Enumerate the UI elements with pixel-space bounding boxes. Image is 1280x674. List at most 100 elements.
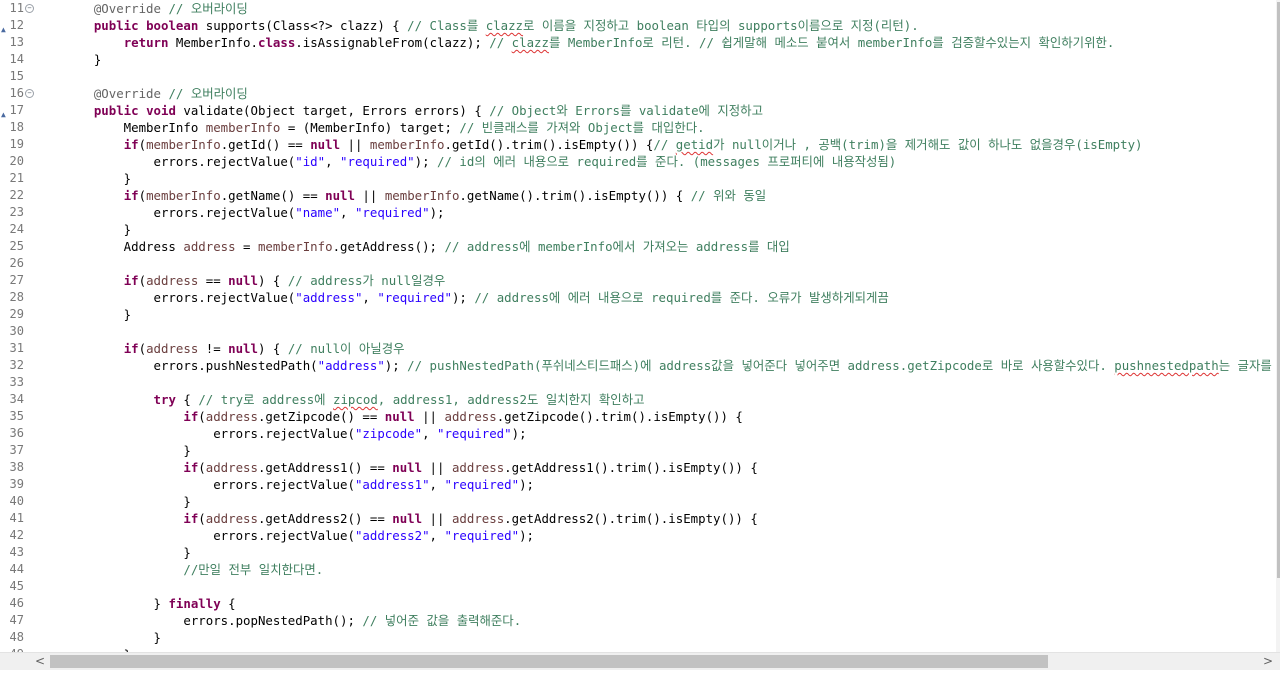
code-line[interactable]: 15 <box>0 68 1276 85</box>
code-token: public <box>93 103 139 118</box>
code-line[interactable]: 16 @Override // 오버라이딩 <box>0 85 1276 102</box>
code-line[interactable]: 45 <box>0 578 1276 595</box>
code-line[interactable]: 21 } <box>0 170 1276 187</box>
line-number: 43 <box>9 545 24 559</box>
line-number: 36 <box>9 426 24 440</box>
code-token: if <box>123 273 139 288</box>
code-line[interactable]: 22 if(memberInfo.getName() == null || me… <box>0 187 1276 204</box>
code-line[interactable]: 31 if(address != null) { // null이 아닐경우 <box>0 340 1276 357</box>
scroll-right-arrow-icon[interactable]: > <box>1258 653 1278 670</box>
code-token: "id" <box>295 154 326 169</box>
code-token: // 넣어준 값을 출력해준다. <box>362 613 522 628</box>
line-number: 32 <box>9 358 24 372</box>
code-line[interactable]: 13 return MemberInfo.class.isAssignableF… <box>0 34 1276 51</box>
line-number: 28 <box>9 290 24 304</box>
code-line[interactable]: 33 <box>0 374 1276 391</box>
vertical-scrollbar[interactable] <box>1276 0 1280 652</box>
code-text: if(address == null) { // address가 null일경… <box>64 272 446 289</box>
code-line[interactable]: 18 MemberInfo memberInfo = (MemberInfo) … <box>0 119 1276 136</box>
code-text: //만일 전부 일치한다면. <box>64 561 323 578</box>
code-line[interactable]: 46 } finally { <box>0 595 1276 612</box>
code-token: ); <box>384 358 408 373</box>
code-line[interactable]: 38 if(address.getAddress1() == null || a… <box>0 459 1276 476</box>
fold-collapse-icon[interactable] <box>25 89 34 98</box>
code-token: } <box>64 545 191 560</box>
code-line[interactable]: 28 errors.rejectValue("address", "requir… <box>0 289 1276 306</box>
horizontal-scrollbar[interactable]: < > <box>0 652 1280 670</box>
code-token: memberInfo <box>205 120 281 135</box>
code-line[interactable]: 37 } <box>0 442 1276 459</box>
code-line[interactable]: 24 } <box>0 221 1276 238</box>
code-token: address <box>451 460 505 475</box>
line-number: 48 <box>9 630 24 644</box>
override-marker-icon[interactable]: ▲ <box>1 111 6 119</box>
code-line[interactable]: 42 errors.rejectValue("address2", "requi… <box>0 527 1276 544</box>
code-token: address <box>205 409 258 424</box>
code-line[interactable]: 29 } <box>0 306 1276 323</box>
code-token: memberInfo <box>384 188 460 203</box>
line-number: 19 <box>9 137 24 151</box>
code-token: return <box>123 35 169 50</box>
code-line[interactable]: 39 errors.rejectValue("address1", "requi… <box>0 476 1276 493</box>
code-line[interactable]: 17 ▲ public void validate(Object target, … <box>0 102 1276 119</box>
code-token: .getAddress1() == <box>257 460 393 475</box>
code-line[interactable]: 26 <box>0 255 1276 272</box>
code-line[interactable]: 44 //만일 전부 일치한다면. <box>0 561 1276 578</box>
code-token: supports(Class<?> clazz) { <box>198 18 408 33</box>
code-token: .getZipcode() == <box>257 409 385 424</box>
code-line[interactable]: 48 } <box>0 629 1276 646</box>
code-line[interactable]: 14 } <box>0 51 1276 68</box>
code-line[interactable]: 12 ▲ public boolean supports(Class<?> cla… <box>0 17 1276 34</box>
line-number: 26 <box>9 256 24 270</box>
line-number: 21 <box>9 171 24 185</box>
code-line[interactable]: 25 Address address = memberInfo.getAddre… <box>0 238 1276 255</box>
code-token: = <box>235 239 258 254</box>
code-token: address <box>205 511 258 526</box>
code-token: || <box>422 511 452 526</box>
code-text: try { // try로 address에 zipcod, address1,… <box>64 391 645 408</box>
code-line[interactable]: 40 } <box>0 493 1276 510</box>
code-editor[interactable]: 11 @Override // 오버라이딩12▲ public boolean … <box>0 0 1276 652</box>
code-line[interactable]: 32 errors.pushNestedPath("address"); // … <box>0 357 1276 374</box>
code-line[interactable]: 36 errors.rejectValue("zipcode", "requir… <box>0 425 1276 442</box>
code-line[interactable]: 27 if(address == null) { // address가 nul… <box>0 272 1276 289</box>
code-token: // id의 에러 내용으로 required를 준다. (messages 프… <box>437 154 897 169</box>
code-token: || <box>422 460 452 475</box>
fold-collapse-icon[interactable] <box>25 4 34 13</box>
code-text: } <box>64 170 131 187</box>
code-token: != <box>198 341 229 356</box>
line-number: 35 <box>9 409 24 423</box>
code-token: errors.rejectValue( <box>64 205 296 220</box>
code-token: Address <box>64 239 184 254</box>
code-line[interactable]: 11 @Override // 오버라이딩 <box>0 0 1276 17</box>
code-line[interactable]: 34 try { // try로 address에 zipcod, addres… <box>0 391 1276 408</box>
code-token: "zipcode" <box>354 426 423 441</box>
code-line[interactable]: 35 if(address.getZipcode() == null || ad… <box>0 408 1276 425</box>
code-text: errors.rejectValue("address1", "required… <box>64 476 534 493</box>
code-token: memberInfo <box>146 137 221 152</box>
code-token: // null이 아닐경우 <box>287 341 405 356</box>
code-token: "address" <box>295 290 363 305</box>
code-line[interactable]: 23 errors.rejectValue("name", "required"… <box>0 204 1276 221</box>
code-token: .getName() == <box>220 188 326 203</box>
code-token: } <box>64 596 169 611</box>
horizontal-scrollbar-thumb[interactable] <box>50 655 1048 668</box>
code-line[interactable]: 41 if(address.getAddress2() == null || a… <box>0 510 1276 527</box>
code-line[interactable]: 47 errors.popNestedPath(); // 넣어준 값을 출력해… <box>0 612 1276 629</box>
code-text: } <box>64 629 161 646</box>
scroll-left-arrow-icon[interactable]: < <box>30 653 50 670</box>
code-line[interactable]: 19 if(memberInfo.getId() == null || memb… <box>0 136 1276 153</box>
code-token: // address에 에러 내용으로 required를 준다. 오류가 발생… <box>474 290 889 305</box>
line-number: 23 <box>9 205 24 219</box>
line-number: 15 <box>9 69 24 83</box>
code-line[interactable]: 43 } <box>0 544 1276 561</box>
line-number: 13 <box>9 35 24 49</box>
override-marker-icon[interactable]: ▲ <box>1 26 6 34</box>
code-line[interactable]: 20 errors.rejectValue("id", "required");… <box>0 153 1276 170</box>
code-line[interactable]: 30 <box>0 323 1276 340</box>
